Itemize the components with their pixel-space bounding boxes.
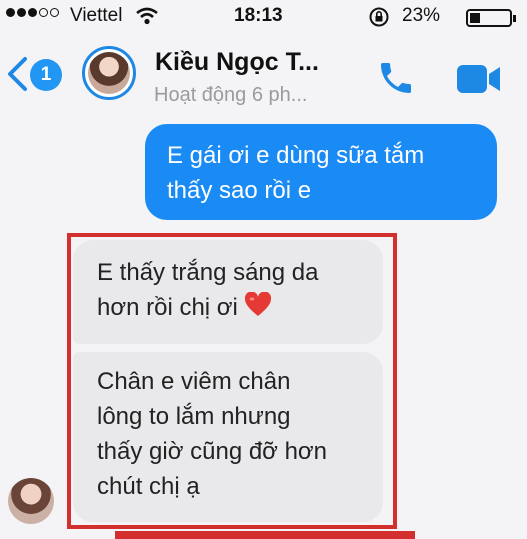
- video-camera-icon[interactable]: [455, 62, 503, 101]
- carrier-name: Viettel: [70, 5, 123, 26]
- heart-emoji-icon: [244, 291, 272, 328]
- battery-icon: [466, 9, 516, 27]
- signal-strength-icon: [6, 8, 59, 17]
- contact-avatar[interactable]: [82, 46, 136, 100]
- sender-avatar[interactable]: [8, 478, 54, 524]
- back-chevron-icon[interactable]: [6, 56, 28, 97]
- message-line: thấy sao rồi e: [167, 177, 312, 204]
- outgoing-message-bubble[interactable]: E gái ơi e dùng sữa tắm thấy sao rồi e: [145, 124, 497, 220]
- message-line: thấy giờ cũng đỡ hơn: [97, 438, 328, 465]
- orientation-lock-icon: [368, 6, 390, 34]
- message-line: E gái ơi e dùng sữa tắm: [167, 142, 425, 169]
- highlight-annotation-edge: [115, 531, 415, 539]
- message-line: Chân e viêm chân: [97, 368, 291, 395]
- wifi-icon: [135, 6, 159, 32]
- message-line: lông to lắm nhưng: [97, 403, 291, 430]
- contact-name[interactable]: Kiều Ngọc T...: [155, 48, 319, 77]
- contact-activity-status: Hoạt động 6 ph...: [154, 84, 308, 106]
- battery-percentage: 23%: [402, 5, 441, 26]
- status-clock: 18:13: [234, 5, 283, 26]
- status-bar: Viettel 18:13 23%: [0, 0, 527, 34]
- contact-photo: [88, 52, 130, 94]
- message-line: E thấy trắng sáng da: [97, 259, 319, 286]
- conversation-header: 1 Kiều Ngọc T... Hoạt động 6 ph...: [0, 34, 527, 120]
- incoming-message-bubble[interactable]: E thấy trắng sáng da hơn rồi chị ơi: [73, 240, 383, 344]
- message-line: hơn rồi chị ơi: [97, 294, 238, 321]
- unread-count-badge[interactable]: 1: [30, 59, 62, 91]
- incoming-message-bubble[interactable]: Chân e viêm chân lông to lắm nhưng thấy …: [73, 352, 383, 522]
- message-line: chút chị ạ: [97, 473, 200, 500]
- phone-icon[interactable]: [376, 58, 416, 103]
